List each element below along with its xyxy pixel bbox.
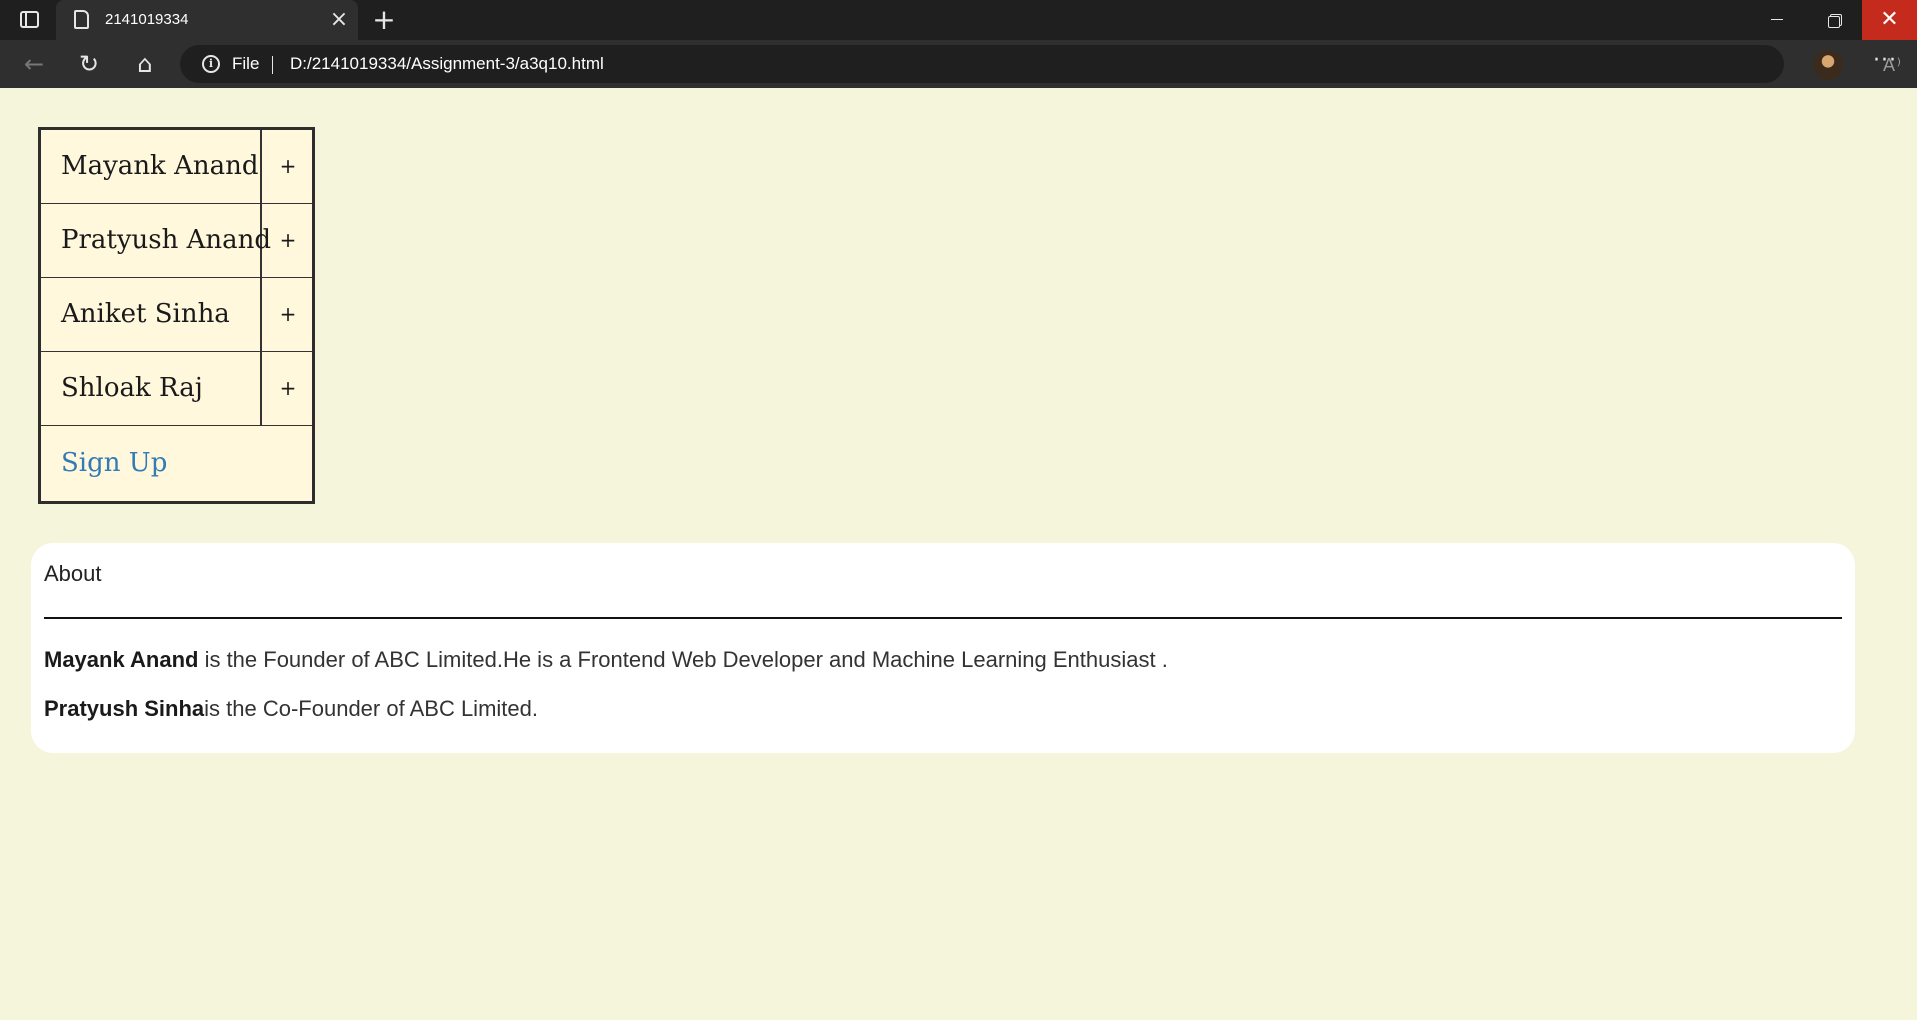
name-menu: Mayank Anand + Pratyush Anand + Aniket S…	[38, 127, 315, 504]
browser-tab[interactable]: 2141019334 ×	[56, 0, 358, 40]
menu-row[interactable]: Pratyush Anand +	[41, 204, 312, 278]
profile-avatar[interactable]	[1813, 50, 1843, 80]
window-close-button[interactable]: ✕	[1862, 0, 1917, 40]
about-divider	[44, 617, 1842, 619]
restore-button[interactable]	[1806, 0, 1862, 40]
file-icon	[74, 10, 89, 29]
new-tab-button[interactable]: +	[368, 4, 400, 36]
browser-tab-bar: 2141019334 × + ✕	[0, 0, 1917, 40]
close-tab-icon[interactable]: ×	[327, 6, 351, 34]
scheme-label: File	[232, 54, 260, 73]
back-arrow-icon[interactable]: ←	[17, 48, 51, 80]
sign-up-link[interactable]: Sign Up	[61, 426, 167, 500]
about-paragraph: Pratyush Sinhais the Co-Founder of ABC L…	[44, 696, 538, 722]
menu-item-label[interactable]: Aniket Sinha	[41, 278, 262, 351]
person-name: Mayank Anand	[44, 647, 199, 672]
about-paragraph: Mayank Anand is the Founder of ABC Limit…	[44, 647, 1168, 673]
tab-title: 2141019334	[105, 11, 189, 28]
person-description: is the Co-Founder of ABC Limited.	[204, 696, 538, 721]
tab-actions-icon[interactable]	[20, 11, 39, 28]
url-text[interactable]: D:/2141019334/Assignment-3/a3q10.html	[290, 54, 604, 74]
address-separator	[272, 56, 273, 74]
expand-plus-icon[interactable]: +	[264, 278, 312, 351]
expand-plus-icon[interactable]: +	[264, 204, 312, 277]
minimize-button[interactable]	[1749, 0, 1805, 40]
menu-row[interactable]: Mayank Anand +	[41, 130, 312, 204]
home-icon[interactable]: ⌂	[128, 48, 162, 80]
about-card: About Mayank Anand is the Founder of ABC…	[31, 543, 1855, 753]
menu-item-label[interactable]: Mayank Anand	[41, 130, 262, 203]
menu-row[interactable]: Aniket Sinha +	[41, 278, 312, 352]
expand-plus-icon[interactable]: +	[264, 130, 312, 203]
more-options-icon[interactable]: ···	[1868, 46, 1902, 80]
menu-item-label[interactable]: Shloak Raj	[41, 352, 262, 425]
person-name: Pratyush Sinha	[44, 696, 205, 721]
address-bar[interactable]: i File D:/2141019334/Assignment-3/a3q10.…	[180, 45, 1901, 83]
menu-row[interactable]: Shloak Raj +	[41, 352, 312, 426]
about-title: About	[44, 561, 102, 586]
info-icon[interactable]: i	[202, 55, 220, 73]
expand-plus-icon[interactable]: +	[264, 352, 312, 425]
menu-item-label[interactable]: Pratyush Anand	[41, 204, 271, 277]
browser-toolbar: ← ↻ ⌂ i File D:/2141019334/Assignment-3/…	[0, 40, 1917, 88]
person-description: is the Founder of ABC Limited.He is a Fr…	[198, 647, 1168, 672]
reload-icon[interactable]: ↻	[72, 48, 106, 80]
